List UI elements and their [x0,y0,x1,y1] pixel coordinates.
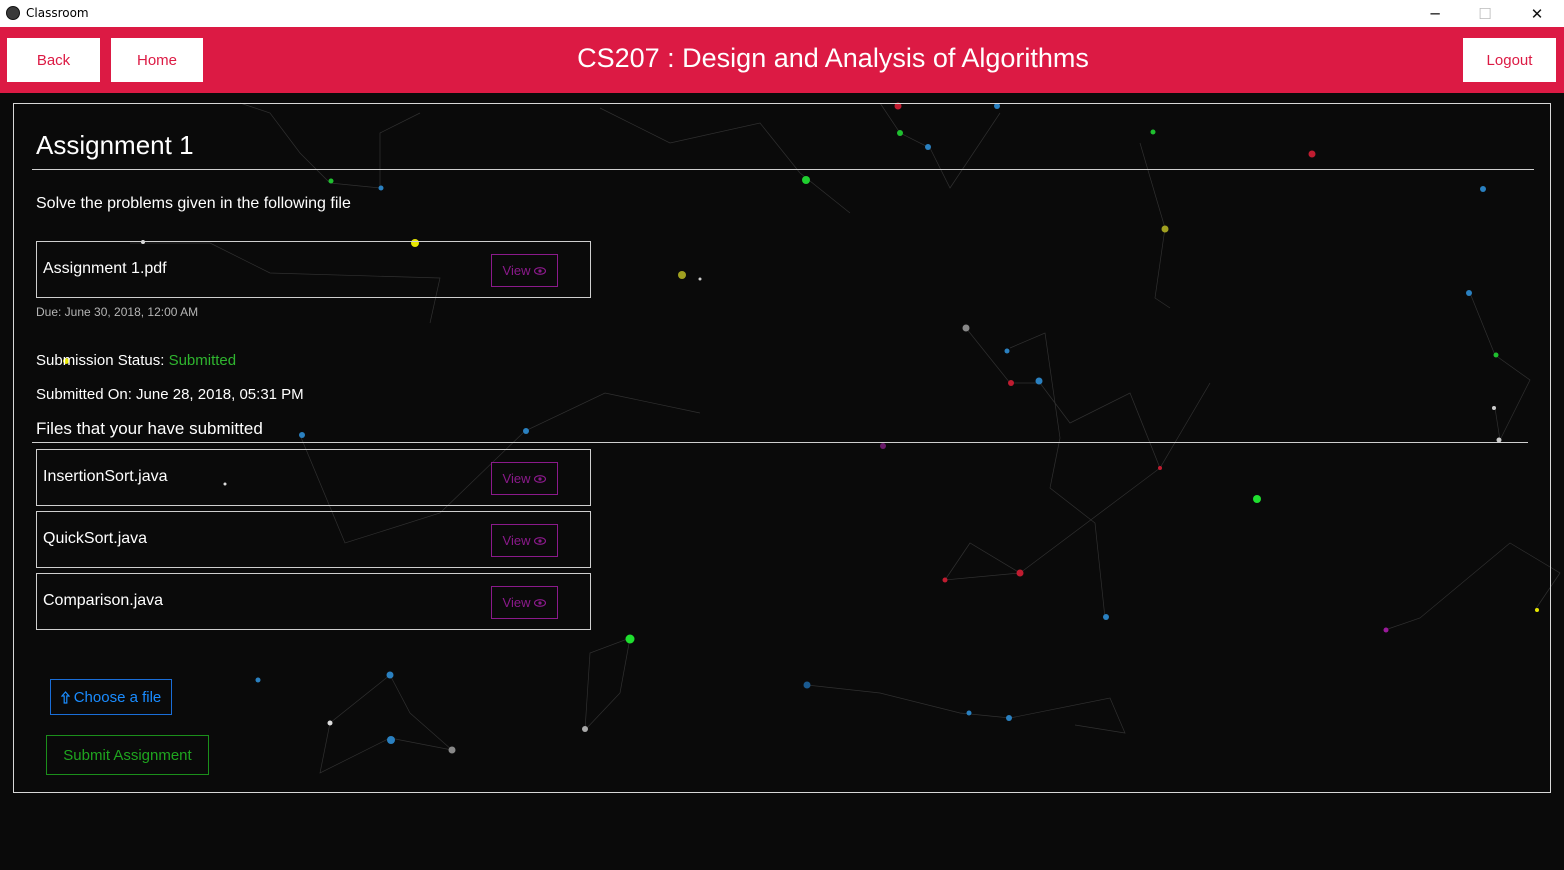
view-button-label: View [502,263,531,278]
view-submitted-file-button[interactable]: View [491,462,558,495]
close-window-button[interactable]: ✕ [1514,0,1560,27]
home-button[interactable]: Home [111,38,203,82]
assignment-file-name: Assignment 1.pdf [43,260,167,277]
view-submitted-file-button[interactable]: View [491,586,558,619]
eye-icon [534,266,547,275]
window-titlebar: Classroom ─ ☐ ✕ [0,0,1564,27]
eye-icon [534,598,547,607]
course-title: CS207 : Design and Analysis of Algorithm… [577,43,1089,73]
choose-file-button[interactable]: Choose a file [50,679,172,715]
submitted-file-card: QuickSort.java View [36,511,591,568]
view-assignment-file-button[interactable]: View [491,254,558,287]
top-navbar: Back Home CS207 : Design and Analysis of… [0,27,1564,93]
view-button-label: View [502,595,531,610]
due-date: Due: June 30, 2018, 12:00 AM [36,305,199,319]
view-button-label: View [502,533,531,548]
assignment-description: Solve the problems given in the followin… [36,195,351,212]
submitted-file-card: Comparison.java View [36,573,591,630]
submitted-file-name: InsertionSort.java [43,468,168,485]
submit-assignment-button[interactable]: Submit Assignment [46,735,209,775]
submitted-on: Submitted On: June 28, 2018, 05:31 PM [36,386,304,403]
upload-icon [60,690,70,704]
submitted-file-card: InsertionSort.java View [36,449,591,506]
assignment-title: Assignment 1 [36,130,194,160]
title-divider [32,169,1534,170]
logout-button[interactable]: Logout [1463,38,1556,82]
submission-status-value: Submitted [168,352,237,369]
files-divider [32,442,1528,443]
window-title: Classroom [26,6,89,20]
assignment-file-card: Assignment 1.pdf View [36,241,591,298]
eye-icon [534,474,547,483]
assignment-panel: Assignment 1 Solve the problems given in… [13,103,1551,793]
back-button[interactable]: Back [7,38,100,82]
submitted-file-name: QuickSort.java [43,530,148,547]
maximize-button[interactable]: ☐ [1462,0,1508,27]
submission-status: Submission Status: Submitted [36,352,236,369]
app-logo-icon [6,6,20,20]
choose-file-label: Choose a file [73,688,162,706]
view-submitted-file-button[interactable]: View [491,524,558,557]
eye-icon [534,536,547,545]
view-button-label: View [502,471,531,486]
submitted-files-heading: Files that your have submitted [36,419,263,438]
submission-status-label: Submission Status: [36,352,165,369]
submitted-file-name: Comparison.java [43,592,164,609]
minimize-button[interactable]: ─ [1412,0,1458,27]
